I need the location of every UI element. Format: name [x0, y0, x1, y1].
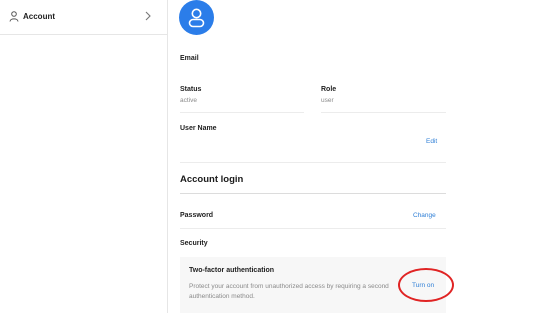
chevron-right-icon — [145, 11, 151, 21]
password-label: Password — [180, 212, 214, 219]
edit-username-link[interactable]: Edit — [426, 138, 437, 145]
turn-on-two-factor-link[interactable]: Turn on — [412, 282, 434, 289]
email-label: Email — [180, 55, 199, 62]
user-icon — [9, 11, 19, 22]
app-root: Account Email Status active Role user Us… — [0, 0, 533, 313]
username-label: User Name — [180, 125, 217, 132]
sidebar-item-account[interactable]: Account — [0, 0, 167, 34]
sidebar: Account — [0, 0, 168, 313]
avatar — [179, 0, 214, 35]
two-factor-card: Two-factor authentication Protect your a… — [180, 257, 446, 313]
two-factor-description: Protect your account from unauthorized a… — [189, 283, 389, 300]
sidebar-divider — [0, 34, 167, 35]
status-divider — [180, 112, 304, 113]
sidebar-item-label: Account — [23, 12, 55, 21]
role-value: user — [321, 97, 334, 104]
status-value: active — [180, 97, 197, 104]
account-login-title: Account login — [180, 174, 244, 185]
role-label: Role — [321, 86, 337, 93]
role-divider — [321, 112, 446, 113]
status-label: Status — [180, 86, 202, 93]
account-login-divider — [180, 193, 446, 194]
account-panel: Email Status active Role user User Name … — [168, 0, 533, 313]
user-avatar-icon — [188, 8, 205, 28]
username-divider — [180, 162, 446, 163]
change-password-link[interactable]: Change — [413, 212, 436, 219]
two-factor-title: Two-factor authentication — [189, 267, 275, 274]
security-label: Security — [180, 240, 208, 247]
password-divider — [180, 228, 446, 229]
